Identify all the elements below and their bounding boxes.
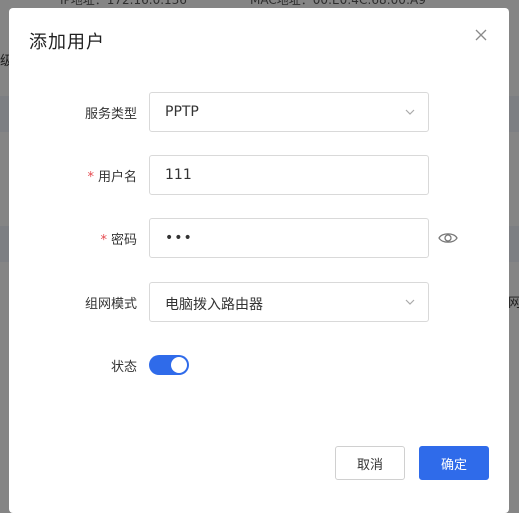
dialog-title: 添加用户 <box>29 32 105 53</box>
password-input[interactable]: ••• <box>149 218 429 258</box>
status-toggle[interactable] <box>149 355 189 375</box>
username-value: 111 <box>165 167 192 183</box>
close-button[interactable] <box>473 27 489 43</box>
add-user-dialog: 添加用户 服务类型 PPTP * 用户名 111 * 密码 ••• 组网模式 电… <box>9 8 509 513</box>
status-label: 状态 <box>110 360 137 375</box>
network-mode-row: 组网模式 电脑拨入路由器 <box>9 282 509 322</box>
password-label: * 密码 <box>100 233 137 248</box>
eye-icon[interactable] <box>438 230 458 246</box>
network-mode-select[interactable]: 电脑拨入路由器 <box>149 282 429 322</box>
username-input[interactable]: 111 <box>149 155 429 195</box>
watermark: 知乎 @云计算狗 <box>394 484 490 499</box>
chevron-down-icon <box>405 109 415 115</box>
service-type-select[interactable]: PPTP <box>149 92 429 132</box>
confirm-button[interactable]: 确定 <box>419 446 489 480</box>
close-icon <box>475 29 487 41</box>
cancel-button[interactable]: 取消 <box>335 446 405 480</box>
password-row: * 密码 ••• <box>9 218 509 258</box>
username-row: * 用户名 111 <box>9 155 509 195</box>
service-type-value: PPTP <box>165 104 199 120</box>
service-type-label: 服务类型 <box>84 107 137 122</box>
username-label: * 用户名 <box>87 170 137 185</box>
required-mark: * <box>87 170 94 185</box>
password-value: ••• <box>165 230 193 246</box>
required-mark: * <box>100 233 107 248</box>
network-mode-label: 组网模式 <box>84 297 137 312</box>
network-mode-value: 电脑拨入路由器 <box>165 297 263 313</box>
toggle-knob <box>171 357 187 373</box>
status-row: 状态 <box>9 345 509 385</box>
chevron-down-icon <box>405 299 415 305</box>
service-type-row: 服务类型 PPTP <box>9 92 509 132</box>
